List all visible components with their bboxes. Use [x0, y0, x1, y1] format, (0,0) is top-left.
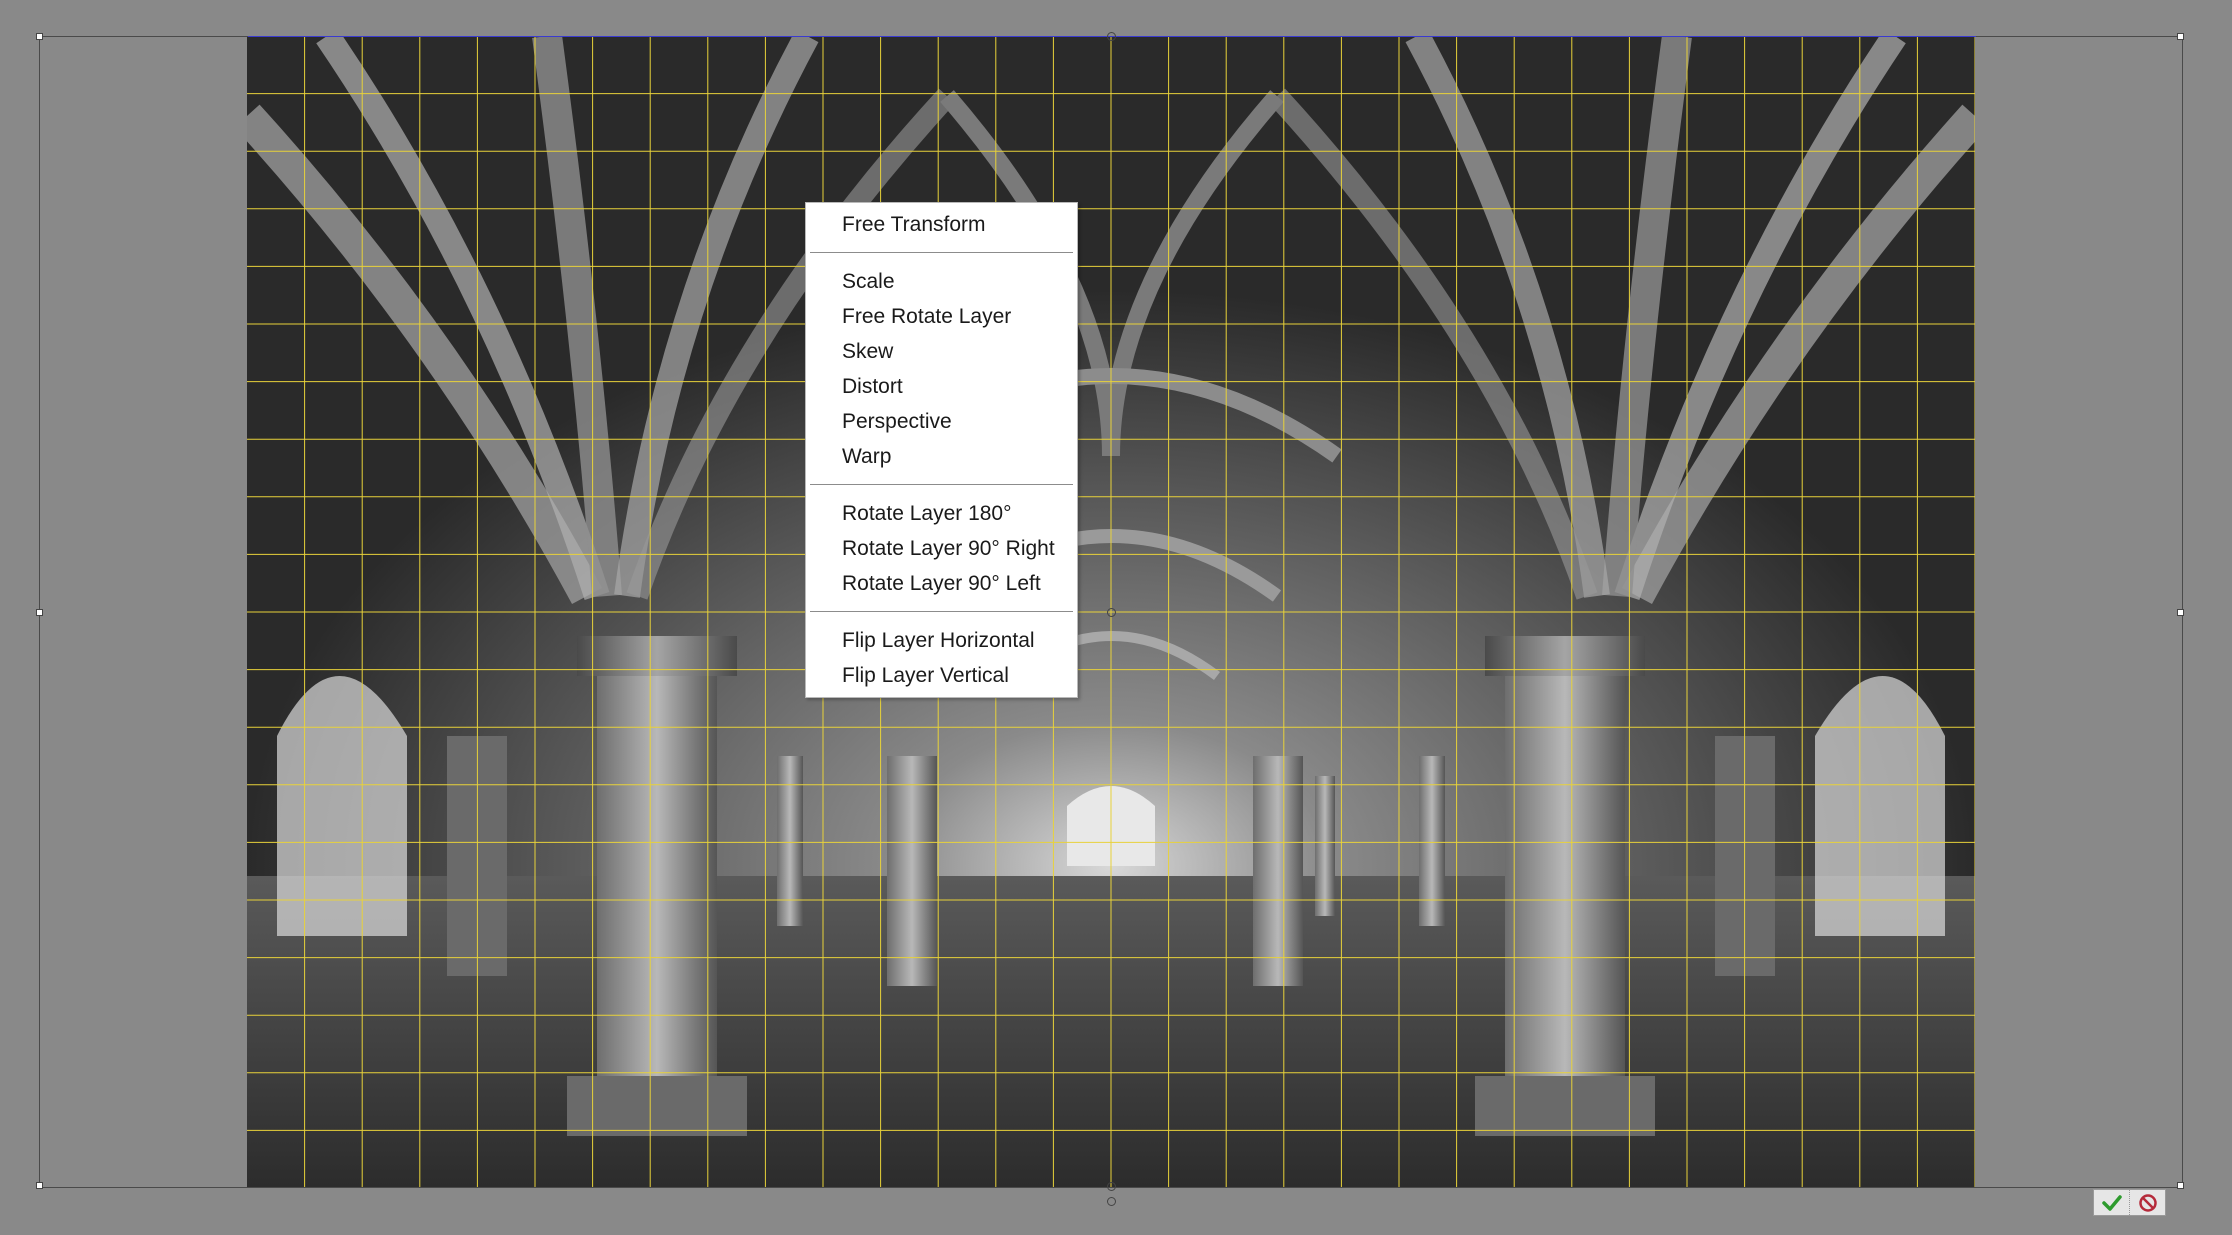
commit-transform-button[interactable] [2094, 1190, 2129, 1215]
menu-item-rotate-layer-90-left[interactable]: Rotate Layer 90° Left [806, 566, 1077, 601]
menu-item-scale[interactable]: Scale [806, 264, 1077, 299]
handle-bottom-right[interactable] [2177, 1182, 2184, 1189]
menu-item-free-transform[interactable]: Free Transform [806, 207, 1077, 242]
menu-item-free-rotate-layer[interactable]: Free Rotate Layer [806, 299, 1077, 334]
menu-item-flip-layer-vertical[interactable]: Flip Layer Vertical [806, 658, 1077, 693]
handle-bottom-left[interactable] [36, 1182, 43, 1189]
transform-context-menu: Free Transform Scale Free Rotate Layer Skew… [805, 202, 1078, 698]
transform-grid-overlay [247, 36, 1975, 1188]
menu-separator [810, 611, 1073, 612]
checkmark-icon [2101, 1194, 2122, 1211]
menu-item-skew[interactable]: Skew [806, 334, 1077, 369]
menu-item-rotate-layer-90-right[interactable]: Rotate Layer 90° Right [806, 531, 1077, 566]
handle-top-left[interactable] [36, 33, 43, 40]
transform-commit-bar [2093, 1189, 2166, 1216]
rotation-handle[interactable] [1107, 1197, 1116, 1206]
handle-middle-right[interactable] [2177, 609, 2184, 616]
menu-item-perspective[interactable]: Perspective [806, 404, 1077, 439]
menu-separator [810, 252, 1073, 253]
menu-item-distort[interactable]: Distort [806, 369, 1077, 404]
menu-item-flip-layer-horizontal[interactable]: Flip Layer Horizontal [806, 623, 1077, 658]
menu-item-warp[interactable]: Warp [806, 439, 1077, 474]
layer-image[interactable] [247, 36, 1975, 1188]
menu-separator [810, 484, 1073, 485]
canvas-area: Free Transform Scale Free Rotate Layer Skew… [0, 0, 2232, 1235]
menu-item-rotate-layer-180[interactable]: Rotate Layer 180° [806, 496, 1077, 531]
handle-top-right[interactable] [2177, 33, 2184, 40]
cancel-transform-button[interactable] [2129, 1190, 2165, 1215]
handle-middle-left[interactable] [36, 609, 43, 616]
cancel-icon [2138, 1193, 2157, 1212]
